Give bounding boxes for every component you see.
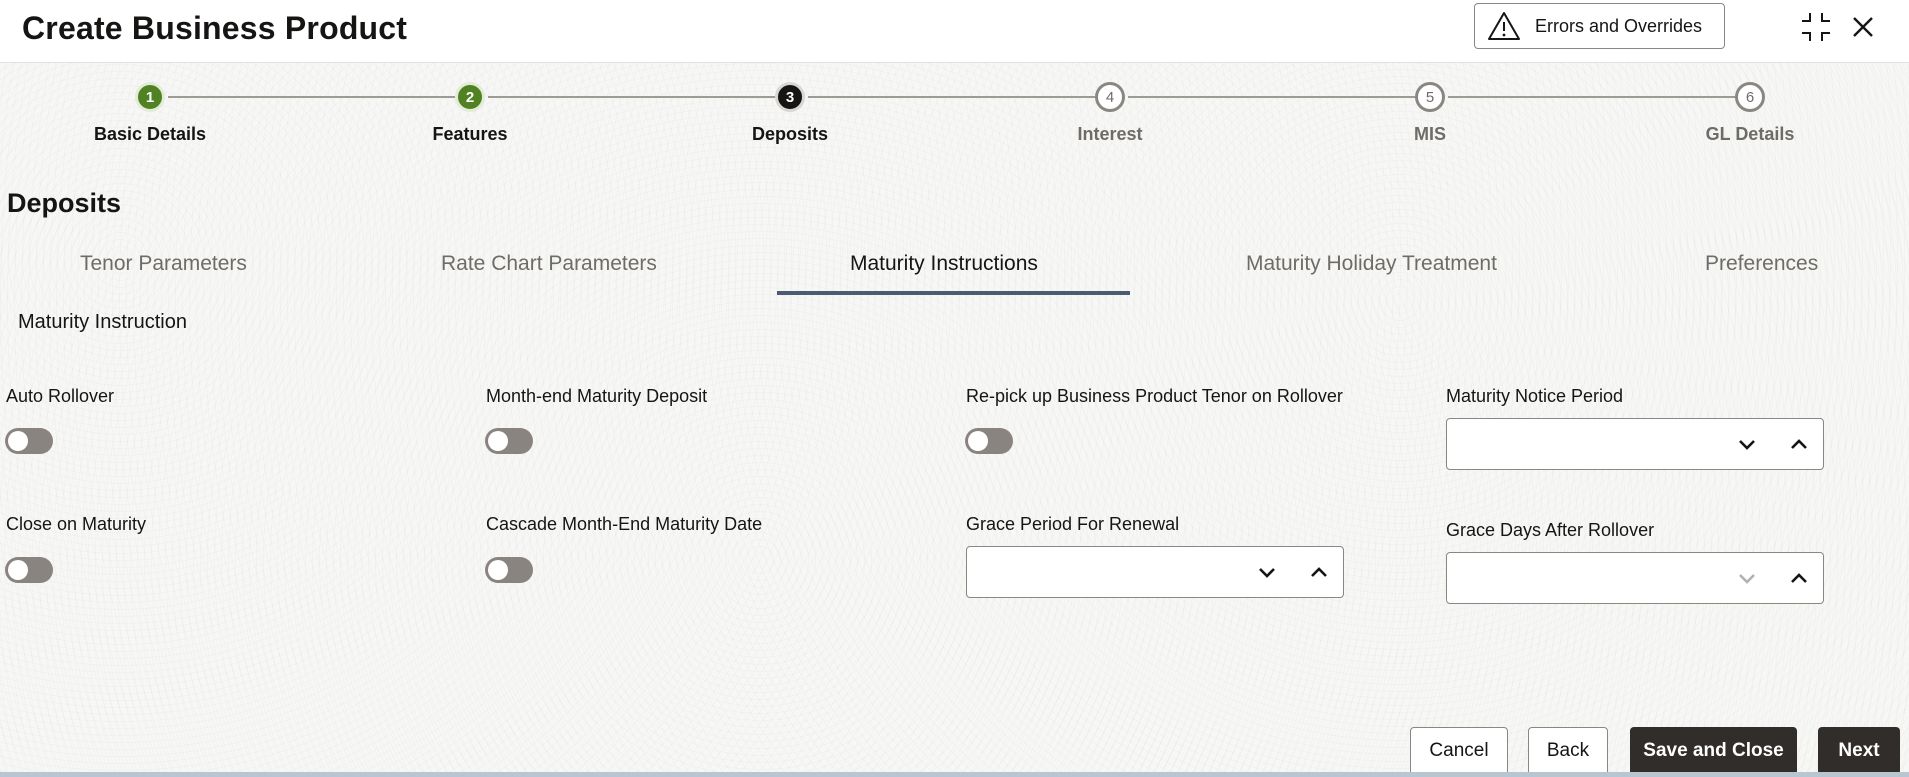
month-end-maturity-deposit-toggle[interactable] (485, 428, 533, 454)
back-button[interactable]: Back (1528, 727, 1608, 775)
step-label: GL Details (1705, 124, 1795, 144)
chevron-down-icon[interactable] (1733, 565, 1761, 593)
cancel-button[interactable]: Cancel (1410, 727, 1508, 775)
chevron-down-icon[interactable] (1733, 431, 1761, 459)
progress-stepper: 1 Basic Details 2 Features 3 Deposits 4 … (0, 78, 1909, 158)
close-icon[interactable] (1846, 10, 1880, 44)
grace-period-renewal-stepper (966, 546, 1344, 598)
step-deposits[interactable]: 3 Deposits (690, 78, 890, 145)
step-number: 3 (775, 82, 805, 112)
grace-days-after-rollover-input[interactable] (1455, 561, 1699, 597)
repick-tenor-label: Re-pick up Business Product Tenor on Rol… (966, 386, 1343, 406)
section-title: Deposits (7, 188, 122, 218)
step-number: 4 (1095, 82, 1125, 112)
step-label: Interest (1077, 124, 1143, 144)
next-button[interactable]: Next (1818, 727, 1900, 775)
step-number: 6 (1735, 82, 1765, 112)
step-number: 2 (455, 82, 485, 112)
step-basic-details[interactable]: 1 Basic Details (50, 78, 250, 145)
step-label: Basic Details (93, 124, 207, 144)
toggle-knob (8, 431, 28, 451)
grace-period-renewal-label: Grace Period For Renewal (966, 514, 1180, 534)
chevron-up-icon[interactable] (1305, 559, 1333, 587)
warning-icon (1488, 12, 1520, 40)
close-on-maturity-toggle[interactable] (5, 557, 53, 583)
step-label: Features (432, 124, 508, 144)
page-title: Create Business Product (22, 10, 408, 46)
chevron-up-icon[interactable] (1785, 565, 1813, 593)
page-header: Create Business Product Errors and Overr… (0, 0, 1909, 63)
auto-rollover-toggle[interactable] (5, 428, 53, 454)
step-number: 5 (1415, 82, 1445, 112)
step-interest[interactable]: 4 Interest (1010, 78, 1210, 145)
footer-divider (0, 772, 1909, 777)
repick-tenor-toggle[interactable] (965, 428, 1013, 454)
step-label: MIS (1413, 124, 1446, 144)
step-mis[interactable]: 5 MIS (1330, 78, 1530, 145)
tab-rate-chart-parameters[interactable]: Rate Chart Parameters (441, 252, 657, 276)
maturity-notice-period-input[interactable] (1455, 427, 1699, 463)
step-label: Deposits (751, 124, 829, 144)
errors-and-overrides-label: Errors and Overrides (1535, 15, 1703, 36)
close-on-maturity-label: Close on Maturity (6, 514, 147, 534)
maturity-notice-period-label: Maturity Notice Period (1446, 386, 1624, 406)
month-end-maturity-deposit-label: Month-end Maturity Deposit (486, 386, 708, 406)
tab-maturity-instructions[interactable]: Maturity Instructions (850, 252, 1038, 276)
chevron-down-icon[interactable] (1253, 559, 1281, 587)
subsection-title: Maturity Instruction (18, 311, 187, 333)
chevron-up-icon[interactable] (1785, 431, 1813, 459)
toggle-knob (8, 560, 28, 580)
grace-days-after-rollover-label: Grace Days After Rollover (1446, 520, 1655, 540)
grace-period-renewal-input[interactable] (975, 555, 1219, 591)
cascade-month-end-label: Cascade Month-End Maturity Date (486, 514, 763, 534)
cascade-month-end-toggle[interactable] (485, 557, 533, 583)
minimize-icon[interactable] (1799, 10, 1833, 44)
auto-rollover-label: Auto Rollover (6, 386, 115, 406)
save-and-close-button[interactable]: Save and Close (1630, 727, 1797, 775)
tab-maturity-holiday-treatment[interactable]: Maturity Holiday Treatment (1246, 252, 1497, 276)
grace-days-after-rollover-stepper (1446, 552, 1824, 604)
tab-preferences[interactable]: Preferences (1705, 252, 1818, 276)
errors-and-overrides-button[interactable]: Errors and Overrides (1474, 3, 1725, 49)
step-number: 1 (135, 82, 165, 112)
tab-tenor-parameters[interactable]: Tenor Parameters (80, 252, 247, 276)
step-gl-details[interactable]: 6 GL Details (1650, 78, 1850, 145)
toggle-knob (488, 560, 508, 580)
toggle-knob (968, 431, 988, 451)
active-tab-indicator (777, 291, 1130, 295)
toggle-knob (488, 431, 508, 451)
maturity-notice-period-stepper (1446, 418, 1824, 470)
step-features[interactable]: 2 Features (370, 78, 570, 145)
